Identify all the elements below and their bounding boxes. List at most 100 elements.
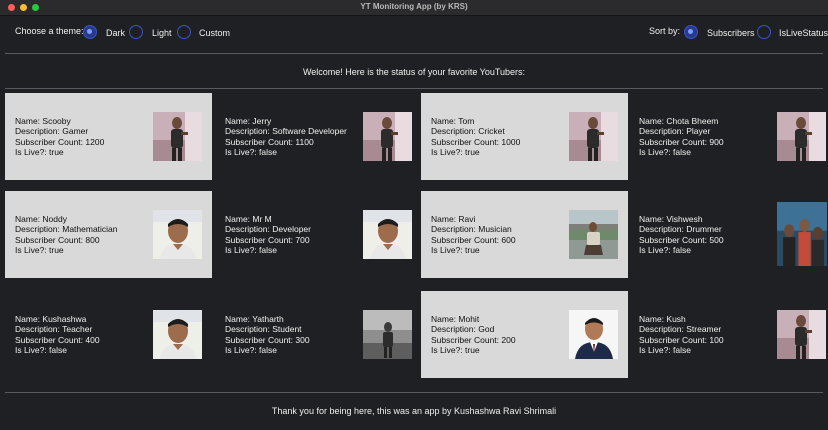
youtuber-info: Name: Kushashwa Description: Teacher Subsc…	[15, 291, 150, 378]
divider-welcome	[5, 88, 823, 89]
youtuber-live-status: Is Live?: false	[225, 345, 277, 355]
sort-islive-radio[interactable]	[757, 25, 771, 39]
theme-dark-radio[interactable]	[83, 25, 97, 39]
portrait-photo	[363, 210, 412, 259]
youtuber-description: Description: Mathematician	[15, 224, 118, 234]
theme-light-radio[interactable]	[129, 25, 143, 39]
youtuber-description: Description: Gamer	[15, 126, 89, 136]
divider-top	[5, 53, 823, 54]
youtuber-subscriber-count: Subscriber Count: 1000	[431, 136, 521, 147]
youtuber-live-status: Is Live?: false	[639, 147, 691, 157]
youtuber-name: Name: Chota Bheem	[639, 115, 719, 126]
theme-dark-label[interactable]: Dark	[106, 28, 125, 38]
bw-photo	[363, 310, 412, 359]
youtuber-live-status: Is Live?: false	[639, 245, 691, 255]
youtuber-subscriber-count: Subscriber Count: 100	[639, 334, 724, 345]
stage-photo	[569, 112, 618, 161]
youtuber-live-status: Is Live?: true	[15, 245, 64, 255]
youtuber-info: Name: Tom Description: Cricket Subscriber …	[431, 93, 566, 180]
youtuber-info: Name: Vishwesh Description: Drummer Subscr…	[639, 191, 774, 278]
youtuber-live-status: Is Live?: false	[639, 345, 691, 355]
youtuber-info: Name: Ravi Description: Musician Subscribe…	[431, 191, 566, 278]
youtuber-subscriber-count: Subscriber Count: 700	[225, 234, 310, 245]
youtuber-card: Name: Scooby Description: Gamer Subscriber…	[5, 93, 212, 180]
youtuber-live-status: Is Live?: true	[15, 147, 64, 157]
theme-light-label[interactable]: Light	[152, 28, 172, 38]
formal-portrait-photo	[569, 310, 618, 359]
footer-message: Thank you for being here, this was an ap…	[271, 406, 557, 416]
toolbar: Choose a theme: Dark Light Custom Sort b…	[0, 16, 828, 53]
youtuber-info: Name: Yatharth Description: Student Subscr…	[225, 291, 360, 378]
youtuber-subscriber-count: Subscriber Count: 1100	[225, 136, 314, 147]
youtuber-name: Name: Scooby	[15, 115, 71, 126]
youtuber-card: Name: Ravi Description: Musician Subscribe…	[421, 191, 628, 278]
youtuber-description: Description: Developer	[225, 224, 311, 234]
youtuber-description: Description: Teacher	[15, 324, 93, 334]
theme-custom-radio[interactable]	[177, 25, 191, 39]
youtuber-description: Description: Musician	[431, 224, 512, 234]
portrait-photo	[153, 310, 202, 359]
theme-custom-label[interactable]: Custom	[199, 28, 230, 38]
youtuber-card: Name: Vishwesh Description: Drummer Subscr…	[629, 191, 828, 278]
youtuber-name: Name: Noddy	[15, 213, 67, 224]
youtuber-card: Name: Jerry Description: Software Develop…	[215, 93, 422, 180]
outdoor-photo	[569, 210, 618, 259]
youtuber-card: Name: Chota Bheem Description: Player Subs…	[629, 93, 828, 180]
sort-label: Sort by:	[649, 26, 681, 36]
youtuber-live-status: Is Live?: true	[431, 245, 480, 255]
youtuber-subscriber-count: Subscriber Count: 800	[15, 234, 100, 245]
youtuber-name: Name: Kush	[639, 313, 686, 324]
youtuber-card: Name: Yatharth Description: Student Subscr…	[215, 291, 422, 378]
youtuber-card: Name: Kushashwa Description: Teacher Subsc…	[5, 291, 212, 378]
youtuber-info: Name: Scooby Description: Gamer Subscriber…	[15, 93, 150, 180]
youtuber-live-status: Is Live?: true	[431, 345, 480, 355]
window-title: YT Monitoring App (by KRS)	[360, 2, 468, 11]
youtuber-card: Name: Mr M Description: Developer Subscrib…	[215, 191, 422, 278]
youtuber-subscriber-count: Subscriber Count: 200	[431, 334, 516, 345]
youtuber-info: Name: Mohit Description: God Subscriber Co…	[431, 291, 566, 378]
youtuber-description: Description: Drummer	[639, 224, 722, 234]
youtuber-description: Description: Streamer	[639, 324, 722, 334]
stage-photo	[363, 112, 412, 161]
window-titlebar: YT Monitoring App (by KRS)	[0, 0, 828, 16]
youtuber-live-status: Is Live?: true	[431, 147, 480, 157]
youtuber-info: Name: Chota Bheem Description: Player Subs…	[639, 93, 774, 180]
youtuber-live-status: Is Live?: false	[15, 345, 67, 355]
sort-subscribers-label[interactable]: Subscribers	[707, 28, 755, 38]
stage-photo	[777, 112, 826, 161]
sort-islive-label[interactable]: IsLiveStatus	[779, 28, 828, 38]
youtuber-name: Name: Jerry	[225, 115, 272, 126]
youtuber-description: Description: Cricket	[431, 126, 505, 136]
youtuber-subscriber-count: Subscriber Count: 1200	[15, 136, 105, 147]
youtuber-subscriber-count: Subscriber Count: 500	[639, 234, 724, 245]
youtuber-live-status: Is Live?: false	[225, 245, 277, 255]
youtuber-live-status: Is Live?: false	[225, 147, 277, 157]
youtuber-card: Name: Kush Description: Streamer Subscribe…	[629, 291, 828, 378]
divider-footer	[5, 392, 823, 393]
sort-subscribers-radio[interactable]	[684, 25, 698, 39]
youtuber-info: Name: Jerry Description: Software Develop…	[225, 93, 360, 180]
youtuber-description: Description: God	[431, 324, 495, 334]
youtuber-subscriber-count: Subscriber Count: 600	[431, 234, 516, 245]
welcome-message: Welcome! Here is the status of your favo…	[302, 67, 526, 77]
youtuber-info: Name: Noddy Description: Mathematician Sub…	[15, 191, 150, 278]
youtuber-name: Name: Kushashwa	[15, 313, 87, 324]
youtuber-name: Name: Mohit	[431, 313, 480, 324]
youtuber-subscriber-count: Subscriber Count: 900	[639, 136, 724, 147]
youtuber-info: Name: Kush Description: Streamer Subscribe…	[639, 291, 774, 378]
stage-photo	[777, 310, 826, 359]
group-photo	[777, 202, 827, 266]
stage-photo	[153, 112, 202, 161]
youtuber-description: Description: Software Developer	[225, 126, 347, 136]
youtuber-card: Name: Tom Description: Cricket Subscriber …	[421, 93, 628, 180]
youtuber-name: Name: Yatharth	[225, 313, 284, 324]
youtuber-subscriber-count: Subscriber Count: 300	[225, 334, 310, 345]
youtuber-description: Description: Student	[225, 324, 302, 334]
youtuber-name: Name: Ravi	[431, 213, 476, 224]
theme-label: Choose a theme:	[15, 26, 84, 36]
youtuber-card: Name: Mohit Description: God Subscriber Co…	[421, 291, 628, 378]
youtuber-subscriber-count: Subscriber Count: 400	[15, 334, 100, 345]
youtuber-name: Name: Mr M	[225, 213, 272, 224]
youtuber-description: Description: Player	[639, 126, 711, 136]
youtuber-card: Name: Noddy Description: Mathematician Sub…	[5, 191, 212, 278]
